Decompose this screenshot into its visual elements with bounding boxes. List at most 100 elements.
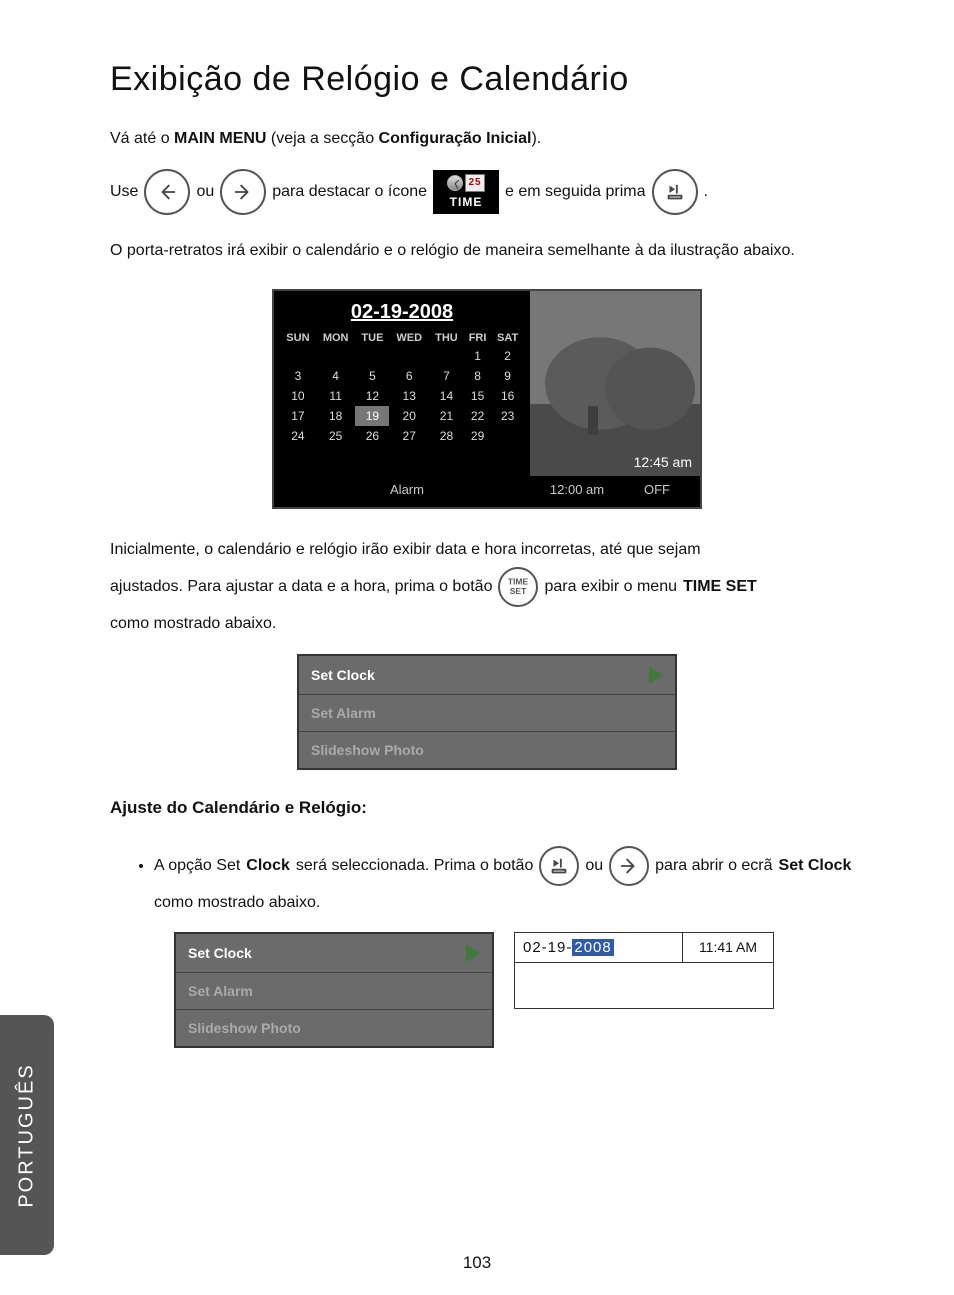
- page-title: Exibição de Relógio e Calendário: [110, 60, 864, 99]
- calendar-cell: 11: [316, 386, 356, 406]
- time-set-menu: Set Clock Set Alarm Slideshow Photo: [174, 932, 494, 1048]
- menu-item-set-clock: Set Clock: [176, 934, 492, 972]
- time-menu-icon: 25 TIME: [433, 170, 499, 214]
- text: ajustados. Para ajustar a data e a hora,…: [110, 576, 492, 598]
- subheading: Ajuste do Calendário e Relógio:: [110, 798, 864, 818]
- calendar-cell: 23: [491, 406, 524, 426]
- text: (veja a secção: [266, 130, 378, 147]
- text: como mostrado abaixo.: [110, 613, 276, 635]
- calendar-cell: 25: [316, 426, 356, 446]
- time-set-button-icon: TIME SET: [498, 567, 538, 607]
- calendar-cell: 17: [280, 406, 316, 426]
- intro-paragraph: Vá até o MAIN MENU (veja a secção Config…: [110, 127, 864, 151]
- triangle-right-icon: [649, 666, 663, 684]
- calendar-cell: [429, 346, 464, 366]
- menu-item-label: Set Clock: [188, 945, 252, 961]
- calendar-cell: 27: [389, 426, 429, 446]
- calendar-cell: 12: [355, 386, 389, 406]
- play-pause-icon: [652, 169, 698, 215]
- alarm-label: Alarm: [282, 482, 532, 497]
- dow-header: MON: [316, 330, 356, 346]
- paragraph: O porta-retratos irá exibir o calendário…: [110, 239, 864, 263]
- time-icon-label: TIME: [450, 195, 483, 209]
- text: ).: [531, 130, 541, 147]
- page-number: 103: [0, 1253, 954, 1273]
- arrow-left-icon: [144, 169, 190, 215]
- calendar-cell: 22: [464, 406, 491, 426]
- calendar-cell: 19: [355, 406, 389, 426]
- calendar-cell: [355, 346, 389, 366]
- text: para destacar o ícone: [272, 181, 427, 203]
- calendar-cell: 9: [491, 366, 524, 386]
- menu-item-set-alarm: Set Alarm: [299, 694, 675, 731]
- calendar-cell: 21: [429, 406, 464, 426]
- arrow-right-icon: [220, 169, 266, 215]
- menu-item-label: Slideshow Photo: [311, 742, 424, 758]
- set-clock-panel: 02-19-2008 11:41 AM: [514, 932, 774, 1009]
- dow-header: SAT: [491, 330, 524, 346]
- text-bold: Clock: [246, 855, 290, 877]
- text: ou: [196, 181, 214, 203]
- calendar-cell: [316, 346, 356, 366]
- calendar-cell: 6: [389, 366, 429, 386]
- panel-blank-row: [514, 963, 774, 1009]
- menu-item-label: Set Alarm: [311, 705, 376, 721]
- language-label: PORTUGUÊS: [16, 1063, 39, 1207]
- calendar-icon: 25: [465, 174, 485, 192]
- dow-header: WED: [389, 330, 429, 346]
- calendar-cell: [280, 346, 316, 366]
- text: Vá até o: [110, 130, 174, 147]
- calendar-cell: 13: [389, 386, 429, 406]
- calendar-cell: [389, 346, 429, 366]
- play-pause-icon: [539, 846, 579, 886]
- calendar-cell: 8: [464, 366, 491, 386]
- calendar-date: 02-19-2008: [280, 301, 524, 324]
- time-set-menu: Set Clock Set Alarm Slideshow Photo: [297, 654, 677, 770]
- calendar-cell: 29: [464, 426, 491, 446]
- instruction-line: Use ou para destacar o ícone 25 TIME e e…: [110, 169, 864, 215]
- calendar-cell: 2: [491, 346, 524, 366]
- clock-icon: [447, 175, 463, 191]
- photo-thumbnail: 12:45 am: [530, 291, 700, 476]
- text: A opção Set: [154, 855, 240, 877]
- paragraph: Inicialmente, o calendário e relógio irã…: [110, 539, 864, 561]
- calendar-cell: 24: [280, 426, 316, 446]
- calendar-cell: 14: [429, 386, 464, 406]
- calendar-cell: [491, 426, 524, 446]
- calendar-cell: 1: [464, 346, 491, 366]
- list-item: A opção Set Clock será seleccionada. Pri…: [154, 846, 864, 914]
- menu-item-label: Set Alarm: [188, 983, 253, 999]
- calendar-cell: 16: [491, 386, 524, 406]
- menu-item-label: Slideshow Photo: [188, 1020, 301, 1036]
- dow-header: THU: [429, 330, 464, 346]
- calendar-cell: 26: [355, 426, 389, 446]
- text-bold: MAIN MENU: [174, 130, 266, 147]
- text: Use: [110, 181, 138, 203]
- text: Inicialmente, o calendário e relógio irã…: [110, 539, 701, 561]
- triangle-right-icon: [466, 944, 480, 962]
- text-bold: Set Clock: [779, 855, 852, 877]
- dow-header: SUN: [280, 330, 316, 346]
- text: ou: [585, 855, 603, 877]
- menu-item-set-alarm: Set Alarm: [176, 972, 492, 1009]
- text: e em seguida prima: [505, 181, 646, 203]
- text-bold: TIME SET: [683, 576, 757, 598]
- menu-item-label: Set Clock: [311, 667, 375, 683]
- text: .: [704, 181, 708, 203]
- menu-item-slideshow-photo: Slideshow Photo: [299, 731, 675, 768]
- text: para exibir o menu: [544, 576, 677, 598]
- calendar-clock-screenshot: 02-19-2008 SUN MON TUE WED THU FRI SAT 1…: [272, 289, 702, 509]
- menu-item-set-clock: Set Clock: [299, 656, 675, 694]
- time-field: 11:41 AM: [683, 933, 773, 962]
- calendar-cell: 3: [280, 366, 316, 386]
- arrow-right-icon: [609, 846, 649, 886]
- calendar-grid: SUN MON TUE WED THU FRI SAT 123456789101…: [280, 330, 524, 446]
- text: será seleccionada. Prima o botão: [296, 855, 533, 877]
- menu-item-slideshow-photo: Slideshow Photo: [176, 1009, 492, 1046]
- calendar-cell: 20: [389, 406, 429, 426]
- language-tab: PORTUGUÊS: [0, 1015, 54, 1255]
- text: como mostrado abaixo.: [154, 892, 320, 914]
- dow-header: FRI: [464, 330, 491, 346]
- text-bold: Configuração Inicial: [379, 130, 532, 147]
- alarm-state: OFF: [622, 482, 692, 497]
